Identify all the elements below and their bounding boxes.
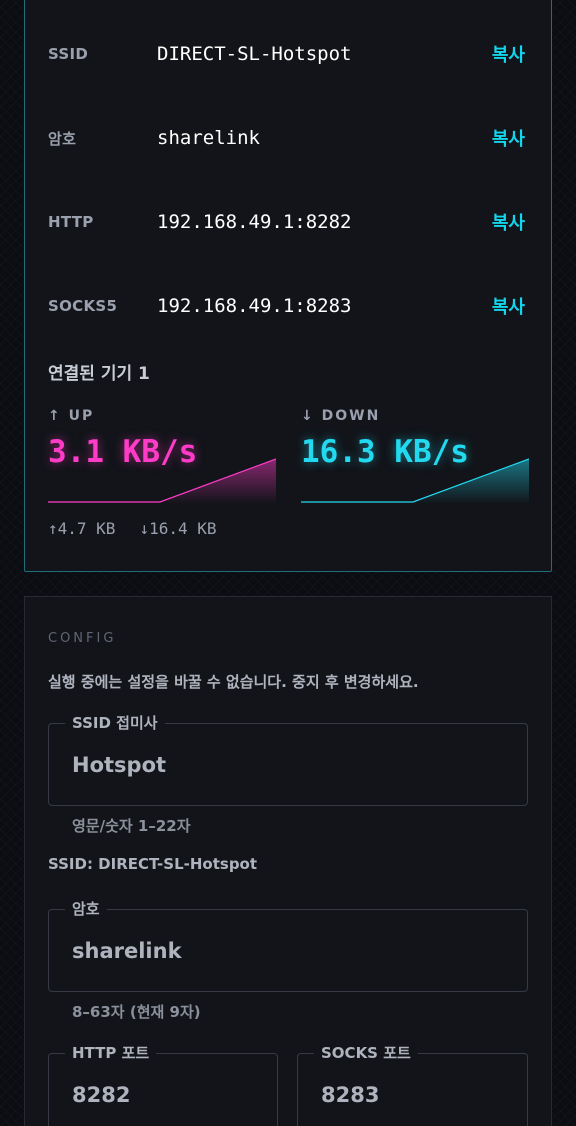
socks-port-input[interactable] xyxy=(321,1054,511,1126)
total-upload: ↑4.7 KB xyxy=(48,519,116,538)
http-value: 192.168.49.1:8282 xyxy=(157,211,352,233)
password-key: 암호 xyxy=(48,129,77,148)
ssid-preview: SSID: DIRECT-SL-Hotspot xyxy=(48,855,258,873)
upload-sparkline xyxy=(48,458,276,504)
password-helper: 8–63자 (현재 9자) xyxy=(72,1003,201,1021)
socks5-value: 192.168.49.1:8283 xyxy=(157,295,352,317)
config-section-title: CONFIG xyxy=(48,631,117,646)
ssid-row: SSID DIRECT-SL-Hotspot 복사 xyxy=(48,39,528,69)
password-input[interactable] xyxy=(72,910,511,991)
download-label: ↓ DOWN xyxy=(301,408,381,424)
upload-label: ↑ UP xyxy=(48,408,95,424)
config-locked-notice: 실행 중에는 설정을 바꿀 수 없습니다. 중지 후 변경하세요. xyxy=(48,673,419,691)
copy-http-button[interactable]: 복사 xyxy=(492,209,525,235)
ssid-suffix-helper: 영문/숫자 1–22자 xyxy=(72,817,191,835)
connected-devices-label: 연결된 기기 1 xyxy=(48,364,150,384)
http-port-input[interactable] xyxy=(72,1054,261,1126)
copy-password-button[interactable]: 복사 xyxy=(492,125,525,151)
copy-ssid-button[interactable]: 복사 xyxy=(492,41,525,67)
download-stat: ↓ DOWN 16.3 KB/s xyxy=(301,407,529,504)
download-sparkline xyxy=(301,458,529,504)
http-port-field: HTTP 포트 xyxy=(48,1043,278,1126)
http-key: HTTP xyxy=(48,213,94,231)
transfer-totals: ↑4.7 KB ↓16.4 KB xyxy=(48,519,217,538)
password-value: sharelink xyxy=(157,127,260,149)
copy-socks5-button[interactable]: 복사 xyxy=(492,293,525,319)
socks5-row: SOCKS5 192.168.49.1:8283 복사 xyxy=(48,291,528,321)
password-row: 암호 sharelink 복사 xyxy=(48,123,528,153)
total-download: ↓16.4 KB xyxy=(139,519,217,538)
ssid-suffix-input[interactable] xyxy=(72,724,511,805)
ssid-suffix-field: SSID 접미사 xyxy=(48,713,528,806)
upload-stat: ↑ UP 3.1 KB/s xyxy=(48,407,276,504)
password-field: 암호 xyxy=(48,899,528,992)
connection-card: SSID DIRECT-SL-Hotspot 복사 암호 sharelink 복… xyxy=(24,0,552,572)
upload-sparkline-area xyxy=(48,459,276,504)
config-card: CONFIG 실행 중에는 설정을 바꿀 수 없습니다. 중지 후 변경하세요.… xyxy=(24,596,552,1126)
socks-port-field: SOCKS 포트 xyxy=(297,1043,528,1126)
ssid-key: SSID xyxy=(48,45,89,63)
http-row: HTTP 192.168.49.1:8282 복사 xyxy=(48,207,528,237)
ssid-value: DIRECT-SL-Hotspot xyxy=(157,43,352,65)
socks5-key: SOCKS5 xyxy=(48,297,118,315)
download-sparkline-area xyxy=(301,459,529,504)
